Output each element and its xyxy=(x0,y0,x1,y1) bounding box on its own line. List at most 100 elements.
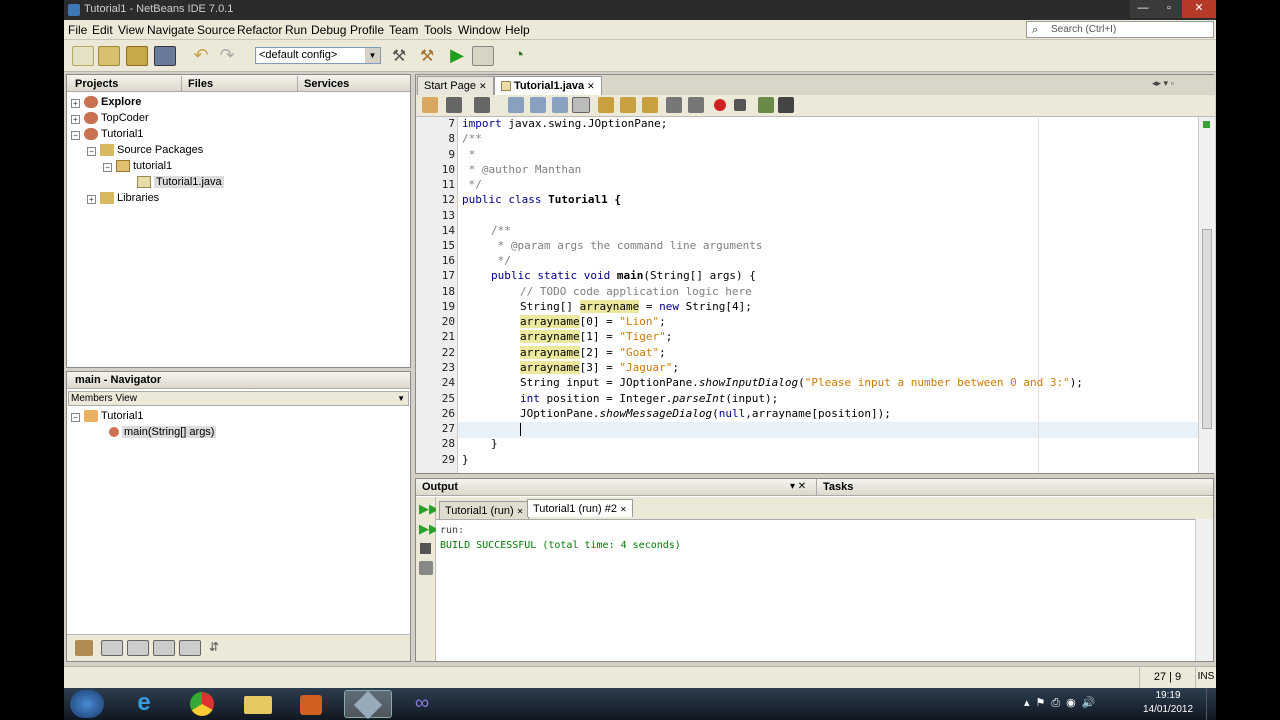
shift-left-icon[interactable] xyxy=(666,97,682,113)
collapse-icon[interactable]: − xyxy=(71,413,80,422)
menu-refactor[interactable]: Refactor xyxy=(237,23,282,37)
close-icon[interactable]: ✕ xyxy=(620,505,627,514)
run-play-icon[interactable]: ▶ xyxy=(446,46,468,66)
nav-item-class[interactable]: − Tutorial1 xyxy=(71,408,143,424)
collapse-icon[interactable]: − xyxy=(71,131,80,140)
menu-tools[interactable]: Tools xyxy=(424,23,452,37)
menu-help[interactable]: Help xyxy=(505,23,530,37)
editor-scrollbar[interactable] xyxy=(1198,117,1215,473)
minimize-button[interactable]: — xyxy=(1130,0,1156,18)
toggle-bookmark-icon[interactable] xyxy=(642,97,658,113)
source-history-icon[interactable] xyxy=(422,97,438,113)
sort-by-name-icon[interactable] xyxy=(179,640,201,656)
scrollbar-thumb[interactable] xyxy=(1202,229,1212,429)
save-all-icon[interactable] xyxy=(154,46,176,66)
expand-icon[interactable]: + xyxy=(71,99,80,108)
show-fields-icon[interactable] xyxy=(101,640,123,656)
new-file-icon[interactable] xyxy=(72,46,94,66)
settings-icon[interactable] xyxy=(419,561,433,575)
forward-icon[interactable] xyxy=(474,97,490,113)
media-player-icon[interactable] xyxy=(290,690,334,718)
stop-macro-icon[interactable] xyxy=(734,99,746,111)
output-scrollbar[interactable] xyxy=(1195,519,1213,661)
close-icon[interactable]: ✕ xyxy=(479,81,487,91)
toggle-highlight-icon[interactable] xyxy=(572,97,590,113)
chrome-icon[interactable] xyxy=(180,690,224,718)
tree-item-package-tutorial1[interactable]: − tutorial1 xyxy=(103,158,172,174)
tab-projects[interactable]: Projects xyxy=(69,76,124,92)
close-window-button[interactable]: ✕ xyxy=(1182,0,1216,18)
tab-tasks[interactable]: Tasks xyxy=(816,479,859,496)
nav-item-method[interactable]: main(String[] args) xyxy=(109,424,217,440)
close-icon[interactable]: ✕ xyxy=(587,81,595,91)
file-explorer-icon[interactable] xyxy=(236,690,280,718)
tab-run-1[interactable]: Tutorial1 (run) ✕ xyxy=(439,501,530,519)
sort-by-source-icon[interactable]: ⇵ xyxy=(209,640,227,656)
uncomment-icon[interactable] xyxy=(778,97,794,113)
tree-item-tutorial1[interactable]: − Tutorial1 xyxy=(71,126,143,142)
menu-profile[interactable]: Profile xyxy=(350,23,384,37)
find-icon[interactable] xyxy=(508,97,524,113)
start-macro-icon[interactable] xyxy=(714,99,726,111)
maximize-button[interactable]: ▫ xyxy=(1156,0,1182,18)
menu-edit[interactable]: Edit xyxy=(92,23,113,37)
open-project-icon[interactable] xyxy=(126,46,148,66)
tab-services[interactable]: Services xyxy=(297,76,355,92)
app-infinity-icon[interactable]: ∞ xyxy=(400,690,444,718)
tab-start-page[interactable]: Start Page ✕ xyxy=(417,76,494,95)
tree-item-tutorial1-java[interactable]: Tutorial1.java xyxy=(137,174,224,190)
show-nonpublic-icon[interactable] xyxy=(153,640,175,656)
tree-item-explore[interactable]: + Explore xyxy=(71,94,141,110)
close-icon[interactable]: ✕ xyxy=(517,507,524,516)
debug-icon[interactable] xyxy=(472,46,494,66)
undo-icon[interactable]: ↶ xyxy=(190,46,212,66)
search-input[interactable]: ⌕ Search (Ctrl+I) xyxy=(1026,21,1214,38)
members-view-select[interactable]: Members View ▼ xyxy=(68,391,409,406)
find-next-icon[interactable] xyxy=(552,97,568,113)
system-tray-icons[interactable]: ▴⚑⎙◉🔊 xyxy=(1024,696,1101,710)
clock-time[interactable]: 19:19 xyxy=(1138,690,1198,701)
menu-debug[interactable]: Debug xyxy=(311,23,346,37)
menu-run[interactable]: Run xyxy=(285,23,307,37)
next-bookmark-icon[interactable] xyxy=(620,97,636,113)
find-previous-icon[interactable] xyxy=(530,97,546,113)
tab-run-2[interactable]: Tutorial1 (run) #2 ✕ xyxy=(527,499,633,517)
menu-team[interactable]: Team xyxy=(389,23,418,37)
tree-item-source-packages[interactable]: − Source Packages xyxy=(87,142,203,158)
menu-navigate[interactable]: Navigate xyxy=(147,23,194,37)
menu-source[interactable]: Source xyxy=(197,23,235,37)
back-icon[interactable] xyxy=(446,97,462,113)
menu-view[interactable]: View xyxy=(118,23,144,37)
show-static-icon[interactable] xyxy=(127,640,149,656)
internet-explorer-icon[interactable]: e xyxy=(122,690,166,718)
editor-window-controls[interactable]: ◂▸ ▾ ▫ xyxy=(1152,78,1212,92)
comment-icon[interactable] xyxy=(758,97,774,113)
show-desktop-button[interactable] xyxy=(1206,688,1216,720)
filter-icon[interactable] xyxy=(75,640,93,656)
new-project-icon[interactable] xyxy=(98,46,120,66)
tree-item-topcoder[interactable]: + TopCoder xyxy=(71,110,149,126)
prev-bookmark-icon[interactable] xyxy=(598,97,614,113)
clean-build-icon[interactable]: ⚒ xyxy=(416,46,438,66)
collapse-icon[interactable]: − xyxy=(103,163,112,172)
code-area[interactable]: import javax.swing.JOptionPane; /** * * … xyxy=(458,117,1198,473)
start-button[interactable] xyxy=(70,690,104,718)
menu-file[interactable]: File xyxy=(68,23,87,37)
clock-date[interactable]: 14/01/2012 xyxy=(1134,704,1202,715)
tree-item-libraries[interactable]: + Libraries xyxy=(87,190,159,206)
config-select[interactable]: <default config> ▼ xyxy=(255,47,381,64)
netbeans-taskbar-icon[interactable] xyxy=(344,690,392,720)
build-hammer-icon[interactable]: ⚒ xyxy=(388,46,410,66)
menu-window[interactable]: Window xyxy=(458,23,501,37)
output-console[interactable]: run: BUILD SUCCESSFUL (total time: 4 sec… xyxy=(436,519,1195,661)
output-controls-icon[interactable]: ▾ ✕ xyxy=(790,481,806,492)
collapse-icon[interactable]: − xyxy=(87,147,96,156)
tab-files[interactable]: Files xyxy=(181,76,219,92)
stop-icon[interactable] xyxy=(420,543,431,554)
expand-icon[interactable]: + xyxy=(71,115,80,124)
shift-right-icon[interactable] xyxy=(688,97,704,113)
profile-icon[interactable]: ◔ xyxy=(508,46,530,66)
redo-icon[interactable]: ↷ xyxy=(216,46,238,66)
tab-tutorial1-java[interactable]: Tutorial1.java ✕ xyxy=(494,76,602,95)
expand-icon[interactable]: + xyxy=(87,195,96,204)
